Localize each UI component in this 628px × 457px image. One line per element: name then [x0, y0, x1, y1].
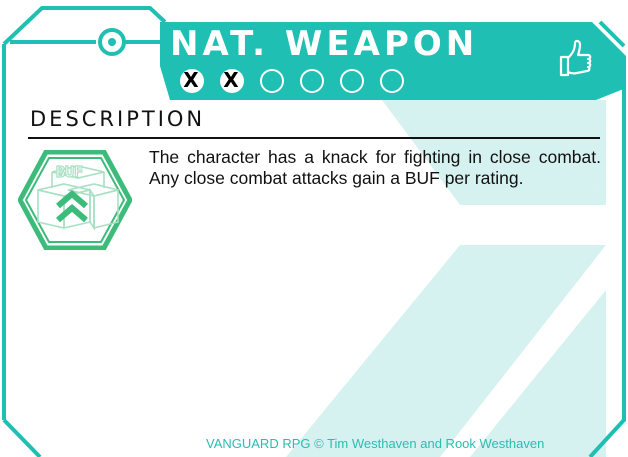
rating-circle — [260, 69, 284, 93]
card-title: NAT. WEAPON — [170, 24, 479, 64]
rating-slot-1[interactable]: X — [178, 66, 204, 93]
ability-description: The character has a knack for fighting i… — [149, 147, 601, 188]
section-title: DESCRIPTION — [30, 107, 206, 131]
rating-slot-5[interactable] — [338, 66, 364, 93]
rating-circle — [300, 69, 324, 93]
ability-card: NAT. WEAPON X X DESCRIPTION BUF The char… — [0, 0, 628, 457]
frame-outline-top — [2, 6, 167, 46]
rating-slot-2[interactable]: X — [218, 66, 244, 93]
rating-slot-6[interactable] — [378, 66, 404, 93]
copyright-footer: VANGUARD RPG © Tim Westhaven and Rook We… — [206, 436, 545, 451]
section-divider — [28, 137, 600, 139]
rating-mark: X — [183, 68, 199, 92]
badge-label: BUF — [56, 163, 83, 181]
key-loop-inner — [108, 38, 116, 46]
rating-slot-3[interactable] — [258, 66, 284, 93]
frame-outline-bottom-left — [2, 418, 42, 457]
thumbs-up-icon[interactable] — [553, 37, 595, 79]
buf-badge-icon: BUF — [18, 150, 132, 250]
rating-slot-4[interactable] — [298, 66, 324, 93]
rating-circle — [340, 69, 364, 93]
rating-row: X X — [178, 66, 404, 96]
rating-circle — [380, 69, 404, 93]
rating-mark: X — [223, 68, 239, 92]
